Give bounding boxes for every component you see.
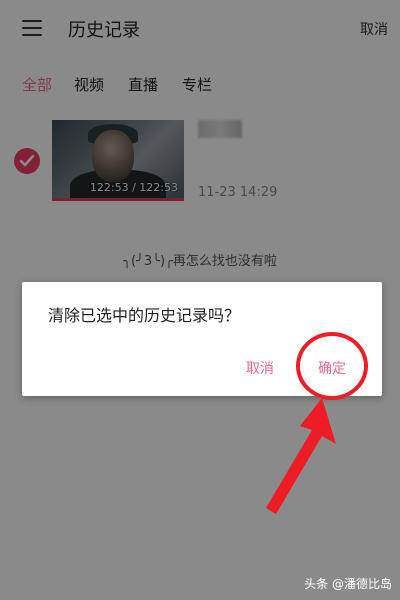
dialog-cancel-button[interactable]: 取消 xyxy=(246,358,274,378)
pointer-arrow-icon xyxy=(266,398,336,514)
highlight-circle xyxy=(296,332,368,400)
dialog-message: 清除已选中的历史记录吗？ xyxy=(48,306,241,325)
watermark: 头条 @潘德比岛 xyxy=(304,577,392,591)
